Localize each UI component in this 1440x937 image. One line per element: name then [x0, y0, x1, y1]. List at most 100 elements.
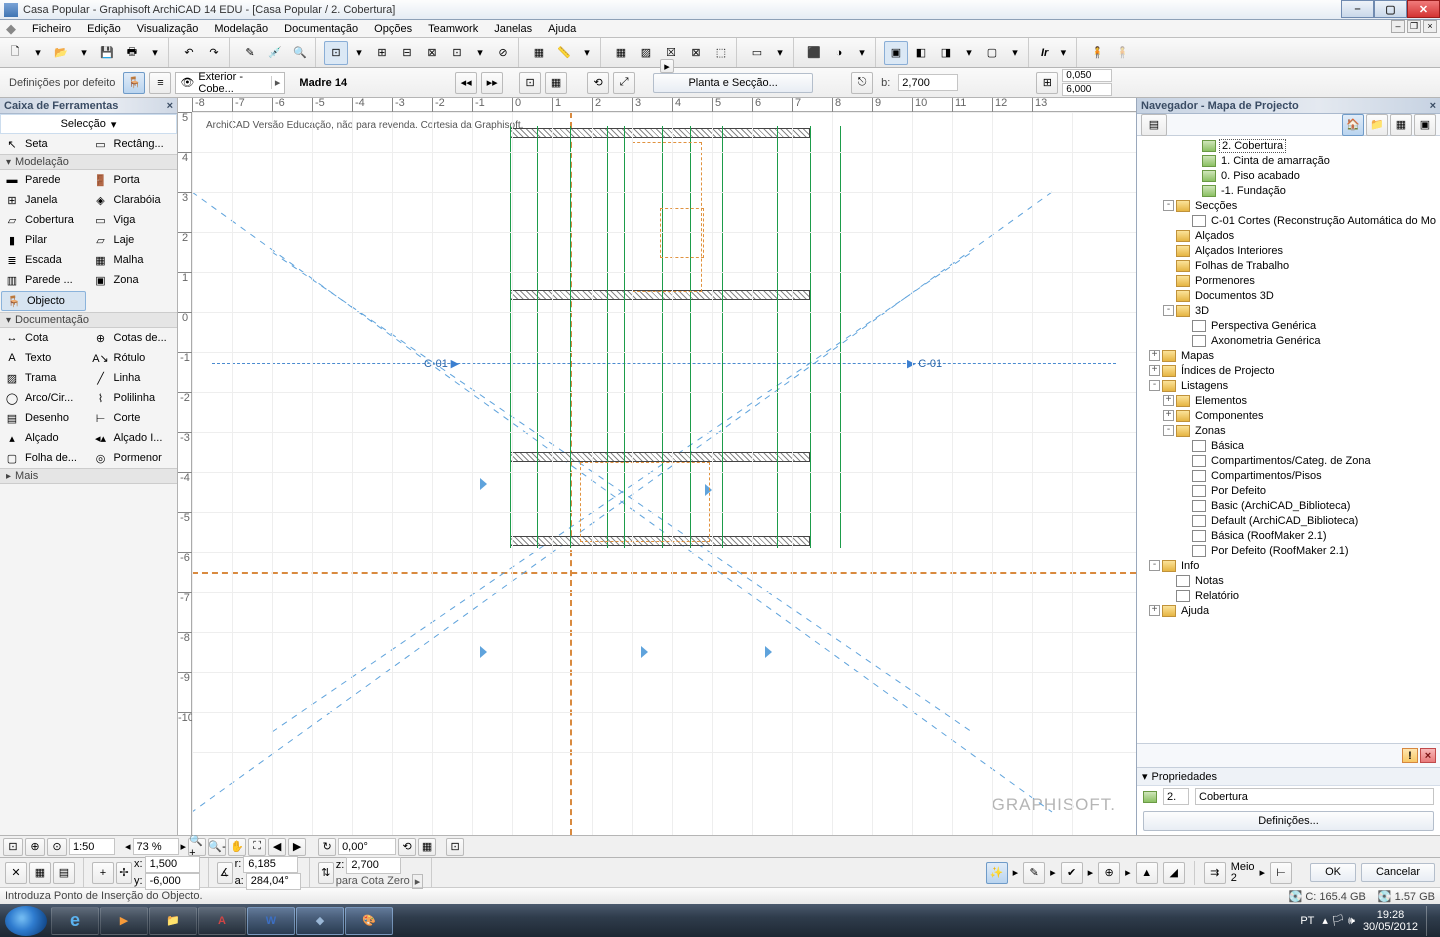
task-autocad[interactable]: A	[198, 907, 246, 935]
snap1-dd[interactable]: ▾	[349, 41, 369, 65]
tree-item[interactable]: Por Defeito (RoofMaker 2.1)	[1137, 543, 1440, 558]
3d-dd[interactable]: ▾	[852, 41, 872, 65]
tree-item[interactable]: -3D	[1137, 303, 1440, 318]
geometry-method-2[interactable]: ≡	[149, 72, 171, 94]
start-button[interactable]	[5, 906, 47, 936]
tool-ielev[interactable]: ◂▴Alçado I...	[89, 428, 178, 448]
selection-dropdown[interactable]: Selecção ▾	[0, 114, 177, 134]
prop-id-field[interactable]: 2.	[1163, 788, 1189, 805]
next-view-button[interactable]: ▶	[288, 838, 306, 856]
zoom-out-button[interactable]: 🔍-	[208, 838, 226, 856]
gravity-button[interactable]: ⊕	[1098, 862, 1120, 884]
tool-dim[interactable]: ↔Cota	[0, 328, 89, 348]
tool-window[interactable]: ⊞Janela	[0, 190, 89, 210]
opt5-button[interactable]: ⬚	[709, 41, 733, 65]
geometry-method-1[interactable]: 🪑	[123, 72, 145, 94]
person2-icon[interactable]: 🧍	[1110, 41, 1134, 65]
anchor-button[interactable]: ⎋	[851, 72, 873, 94]
scroll-right-icon[interactable]: ▸	[660, 59, 674, 73]
tree-item[interactable]: Default (ArchiCAD_Biblioteca)	[1137, 513, 1440, 528]
suspend-button[interactable]: ⊘	[491, 41, 515, 65]
tool-elevation[interactable]: ▴Alçado	[0, 428, 89, 448]
tool-beam[interactable]: ▭Viga	[89, 210, 178, 230]
opt8-dd[interactable]: ▾	[1005, 41, 1025, 65]
doc-close-button[interactable]: ×	[1423, 20, 1437, 33]
delete-button[interactable]: ×	[1420, 748, 1436, 763]
tool-roof[interactable]: ▱Cobertura	[0, 210, 89, 230]
menu-view[interactable]: Visualização	[129, 22, 207, 36]
window-close-button[interactable]: ✕	[1407, 0, 1440, 18]
tree-item[interactable]: Perspectiva Genérica	[1137, 318, 1440, 333]
text-ir[interactable]: Ir	[1037, 41, 1052, 65]
measure-button[interactable]: 📏	[552, 41, 576, 65]
tool-worksheet[interactable]: ▢Folha de...	[0, 448, 89, 468]
close-icon[interactable]: ×	[1430, 100, 1436, 112]
pen-dd[interactable]: ▸	[1050, 866, 1056, 879]
nav-mode-button[interactable]: ▤	[1141, 114, 1167, 136]
zoom-in-button[interactable]: 🔍+	[188, 838, 206, 856]
snap3-button[interactable]: ⊟	[395, 41, 419, 65]
pen-button[interactable]: ✎	[1023, 862, 1045, 884]
tool-slab[interactable]: ▱Laje	[89, 230, 178, 250]
snap1-button[interactable]: ⊡	[324, 41, 348, 65]
align-button[interactable]: ⊢	[1270, 862, 1292, 884]
tree-item[interactable]: +Índices de Projecto	[1137, 363, 1440, 378]
tool-arrow[interactable]: ↖Seta	[0, 134, 89, 154]
fit-button[interactable]: ⛶	[248, 838, 266, 856]
clock[interactable]: 19:28 30/05/2012	[1363, 909, 1418, 933]
trace-button[interactable]: ▭	[745, 41, 769, 65]
toolbox-title[interactable]: Caixa de Ferramentas ×	[0, 98, 177, 114]
tool-polyline[interactable]: ⌇Polilinha	[89, 388, 178, 408]
prop-name-field[interactable]: Cobertura	[1195, 788, 1434, 805]
tool-curtain[interactable]: ▥Parede ...	[0, 270, 89, 290]
nav-tab-view[interactable]: 📁	[1366, 114, 1388, 136]
pick-button[interactable]: ✎	[238, 41, 262, 65]
ok-dd[interactable]: ▸	[1088, 866, 1094, 879]
a-field[interactable]: 284,04°	[246, 873, 301, 890]
tool-door[interactable]: 🚪Porta	[89, 170, 178, 190]
size1-field[interactable]: 0,050	[1062, 69, 1112, 82]
meio-dd[interactable]: ▸	[1260, 866, 1266, 879]
tree-item[interactable]: Por Defeito	[1137, 483, 1440, 498]
menu-help[interactable]: Ajuda	[540, 22, 584, 36]
tool-fill[interactable]: ▨Trama	[0, 368, 89, 388]
prev-view-button[interactable]: ◀	[268, 838, 286, 856]
ok-check-button[interactable]: ✔	[1061, 862, 1083, 884]
orient-button[interactable]: ⊕	[25, 838, 45, 856]
more-section[interactable]: ▸ Mais	[0, 468, 177, 484]
tool-text[interactable]: ATexto	[0, 348, 89, 368]
mirror-button[interactable]: ⤢	[613, 72, 635, 94]
b-field[interactable]: 2,700	[898, 74, 958, 91]
definitions-button[interactable]: Definições...	[1143, 811, 1434, 831]
task-explorer[interactable]: 📁	[149, 907, 197, 935]
menu-teamwork[interactable]: Teamwork	[420, 22, 486, 36]
favorites-button[interactable]: ⊡	[519, 72, 541, 94]
task-archicad[interactable]: ◆	[296, 907, 344, 935]
tool-stair[interactable]: ≣Escada	[0, 250, 89, 270]
y-field[interactable]: -6,000	[145, 873, 200, 890]
tree-item[interactable]: +Componentes	[1137, 408, 1440, 423]
tree-item[interactable]: Notas	[1137, 573, 1440, 588]
tree-item[interactable]: -Info	[1137, 558, 1440, 573]
window-maximize-button[interactable]: ▢	[1374, 0, 1407, 18]
tree-item[interactable]: +Ajuda	[1137, 603, 1440, 618]
find-button[interactable]: 🔍	[288, 41, 312, 65]
tool-line[interactable]: ╱Linha	[89, 368, 178, 388]
measure-dd[interactable]: ▾	[577, 41, 597, 65]
app-menu-icon[interactable]: ◆	[4, 20, 24, 38]
pan-button[interactable]: ✋	[228, 838, 246, 856]
tool-mesh[interactable]: ▦Malha	[89, 250, 178, 270]
z-field[interactable]: 2,700	[346, 857, 401, 874]
tool-skylight[interactable]: ◈Clarabóia	[89, 190, 178, 210]
menu-edit[interactable]: Edição	[79, 22, 129, 36]
inject-button[interactable]: 💉	[263, 41, 287, 65]
zoom-right-icon[interactable]: ▸	[181, 840, 187, 853]
tree-item[interactable]: Alçados Interiores	[1137, 243, 1440, 258]
rotate-view-button[interactable]: ↻	[318, 838, 336, 856]
opt2-button[interactable]: ▨	[634, 41, 658, 65]
view-opt-button[interactable]: ▦	[418, 838, 436, 856]
nav-next-button[interactable]: ▸▸	[481, 72, 503, 94]
tree-item[interactable]: Folhas de Trabalho	[1137, 258, 1440, 273]
layer-combo[interactable]: 👁 Exterior - Cobe... ▸	[175, 72, 285, 94]
trace-dd[interactable]: ▾	[770, 41, 790, 65]
